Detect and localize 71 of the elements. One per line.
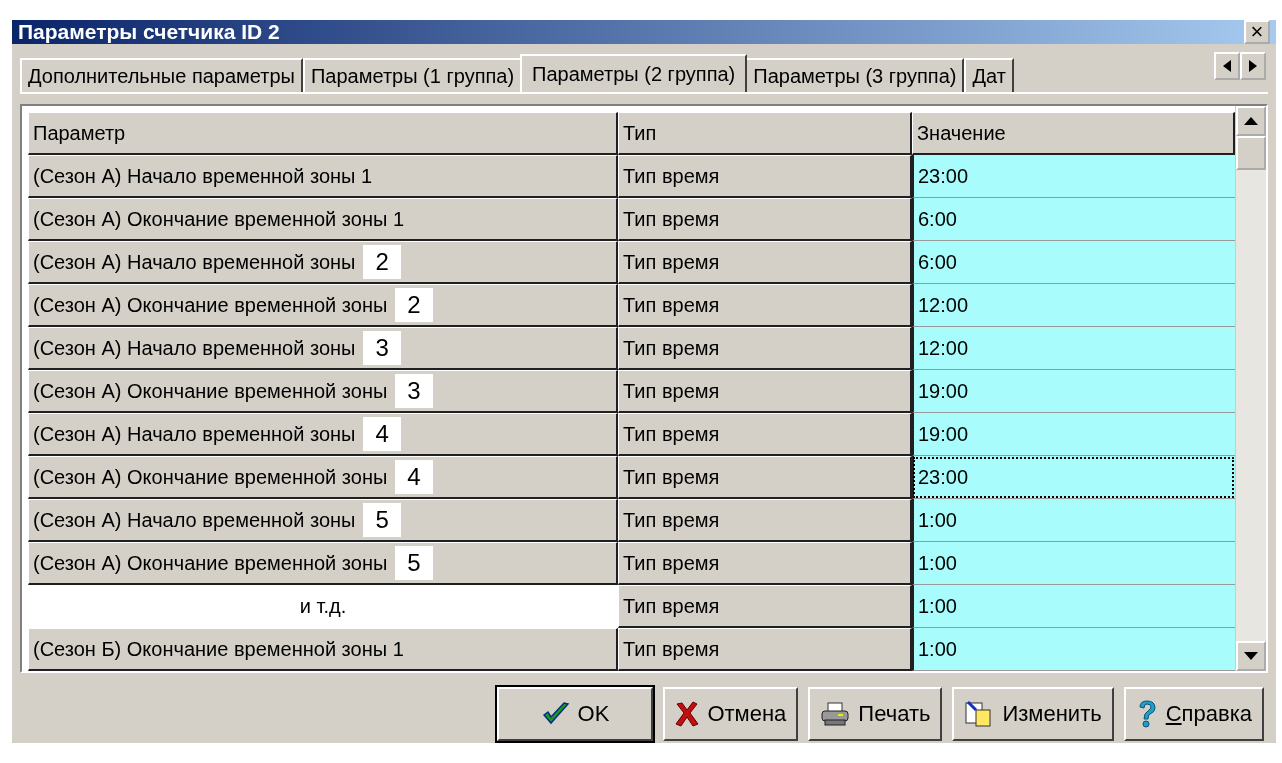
up-arrow-icon	[1244, 117, 1258, 125]
help-button[interactable]: Справка	[1123, 687, 1264, 741]
table-cell: Тип время	[618, 327, 912, 370]
table-cell: Тип время	[618, 585, 912, 628]
right-arrow-icon	[1249, 60, 1257, 72]
window-title: Параметры счетчика ID 2	[18, 20, 280, 44]
value-cell[interactable]: 12:00	[912, 284, 1235, 327]
zone-number: 4	[363, 417, 401, 451]
zone-number: 3	[363, 331, 401, 365]
zone-number: 4	[395, 460, 433, 494]
parameter-text: (Сезон А) Окончание временной зоны	[33, 551, 388, 575]
down-arrow-icon	[1244, 652, 1258, 660]
left-arrow-icon	[1223, 60, 1231, 72]
column-header[interactable]: Тип	[618, 112, 912, 155]
value-cell[interactable]: 23:00	[912, 456, 1235, 499]
table-cell: Тип время	[618, 241, 912, 284]
cancel-button[interactable]: Отмена	[663, 687, 799, 741]
table-cell: Тип время	[618, 284, 912, 327]
value-cell[interactable]: 1:00	[912, 499, 1235, 542]
value-cell[interactable]: 23:00	[912, 155, 1235, 198]
parameter-text: (Сезон А) Начало временной зоны	[33, 250, 356, 274]
tab[interactable]: Параметры (3 группа)	[745, 58, 965, 92]
zone-number: 3	[395, 374, 433, 408]
table-cell: Тип время	[618, 499, 912, 542]
parameter-text: (Сезон А) Начало временной зоны 1	[33, 164, 373, 188]
cross-icon	[675, 701, 700, 727]
close-button[interactable]: ×	[1244, 20, 1270, 44]
zone-number: 2	[363, 245, 401, 279]
zone-number: 2	[395, 288, 433, 322]
table-cell: Тип время	[618, 370, 912, 413]
parameter-text: (Сезон А) Окончание временной зоны 1	[33, 207, 404, 231]
value-cell[interactable]: 1:00	[912, 542, 1235, 585]
value-cell[interactable]: 12:00	[912, 327, 1235, 370]
table-cell: Тип время	[618, 456, 912, 499]
ok-button[interactable]: OK	[497, 687, 654, 741]
tab-scroll-right-button[interactable]	[1240, 52, 1266, 80]
table-cell: Тип время	[618, 542, 912, 585]
table-cell: Тип время	[618, 155, 912, 198]
value-cell[interactable]: 19:00	[912, 413, 1235, 456]
zone-number: 5	[395, 546, 433, 580]
value-cell[interactable]: 6:00	[912, 198, 1235, 241]
checkmark-icon	[541, 701, 570, 727]
column-header[interactable]: Параметр	[28, 112, 618, 155]
parameter-text: (Сезон А) Окончание временной зоны	[33, 379, 388, 403]
parameter-text: (Сезон Б) Окончание временной зоны 1	[33, 637, 404, 661]
edit-button[interactable]: Изменить	[952, 687, 1114, 741]
table-cell: Тип время	[618, 628, 912, 671]
tab[interactable]: Дополнительные параметры	[20, 58, 303, 92]
scrollbar-thumb[interactable]	[1236, 136, 1266, 170]
print-button[interactable]: Печать	[808, 687, 943, 741]
vertical-scrollbar[interactable]	[1235, 106, 1266, 671]
parameter-text: (Сезон А) Начало временной зоны	[33, 422, 356, 446]
tab[interactable]: Параметры (2 группа)	[520, 54, 748, 92]
tab[interactable]: Параметры (1 группа)	[302, 58, 523, 92]
table-cell: Тип время	[618, 198, 912, 241]
parameter-text: (Сезон А) Начало временной зоны	[33, 336, 356, 360]
scroll-up-button[interactable]	[1236, 106, 1266, 136]
zone-number: 5	[363, 503, 401, 537]
value-cell[interactable]: 1:00	[912, 628, 1235, 671]
value-cell[interactable]: 19:00	[912, 370, 1235, 413]
column-header[interactable]: Значение	[912, 112, 1235, 155]
table-cell: Тип время	[618, 413, 912, 456]
printer-icon	[820, 701, 851, 727]
scroll-down-button[interactable]	[1236, 641, 1266, 671]
parameter-text: (Сезон А) Окончание временной зоны	[33, 465, 388, 489]
parameter-text: (Сезон А) Окончание временной зоны	[33, 293, 388, 317]
parameter-text: (Сезон А) Начало временной зоны	[33, 508, 356, 532]
value-cell[interactable]: 6:00	[912, 241, 1235, 284]
tab[interactable]: Дат	[964, 58, 1014, 92]
value-cell[interactable]: 1:00	[912, 585, 1235, 628]
tab-scroll-left-button[interactable]	[1214, 52, 1240, 80]
